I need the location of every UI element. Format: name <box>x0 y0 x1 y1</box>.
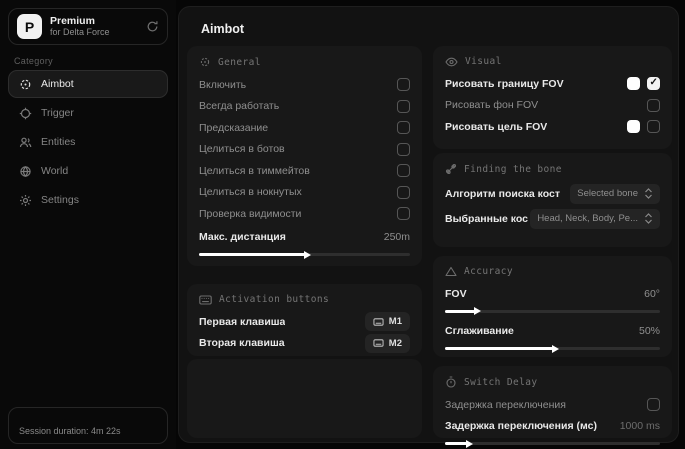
checkbox-always-work[interactable] <box>397 99 410 113</box>
checkbox-visibility-check[interactable] <box>397 207 410 221</box>
brand-card: P Premium for Delta Force <box>8 8 168 45</box>
option-label: Целиться в ботов <box>199 143 285 156</box>
dropdown-label: Алгоритм поиска кост <box>445 187 561 200</box>
target-icon <box>199 56 211 68</box>
slider-value: 60° <box>644 287 660 300</box>
sidebar-item-trigger[interactable]: Trigger <box>8 99 168 127</box>
option-label: Рисовать фон FOV <box>445 99 539 112</box>
eye-icon <box>445 57 458 67</box>
slider-value: 250m <box>383 231 410 244</box>
sidebar-item-label: Trigger <box>41 107 74 119</box>
option-label: Проверка видимости <box>199 207 302 220</box>
max-distance-slider[interactable] <box>199 253 410 256</box>
panel-general: General Включить Всегда работать Предска… <box>187 46 422 266</box>
option-label: Целиться в тиммейтов <box>199 164 310 177</box>
panel-title: Visual <box>465 56 502 67</box>
keybind-label: Вторая клавиша <box>199 337 285 350</box>
globe-icon <box>19 165 32 178</box>
checkbox-switch-delay[interactable] <box>647 398 660 412</box>
panel-switch-delay: Switch Delay Задержка переключения Задер… <box>433 366 672 445</box>
smoothing-slider[interactable] <box>445 347 660 350</box>
timer-icon <box>445 376 457 388</box>
checkbox-target-teammates[interactable] <box>397 164 410 178</box>
panel-empty <box>187 359 422 438</box>
panel-title: Activation buttons <box>219 294 330 305</box>
keybind-value: M2 <box>388 337 402 349</box>
dropdown-value: Head, Neck, Body, Pe... <box>537 213 638 224</box>
keybind-label: Первая клавиша <box>199 315 286 328</box>
slider-label: Задержка переключения (мс) <box>445 420 597 433</box>
keybind-value: M1 <box>388 316 402 328</box>
keybind-button-m2[interactable]: M2 <box>364 333 410 353</box>
checkbox-enable[interactable] <box>397 78 410 92</box>
color-swatch[interactable] <box>627 120 640 134</box>
sidebar-item-label: Entities <box>41 136 76 148</box>
option-label: Предсказание <box>199 121 269 134</box>
brand-logo: P <box>17 14 42 39</box>
panel-activation-buttons: Activation buttons Первая клавиша M1 Вто… <box>187 284 422 356</box>
slider-value: 50% <box>638 325 660 338</box>
option-label: Задержка переключения <box>445 398 566 411</box>
slider-label: Сглаживание <box>445 325 514 338</box>
dropdown-label: Выбранные кос <box>445 212 528 225</box>
checkbox-target-knocked[interactable] <box>397 185 410 199</box>
option-label: Всегда работать <box>199 100 280 113</box>
dropdown-value: Selected bone <box>577 188 638 199</box>
slider-label: Макс. дистанция <box>199 231 286 244</box>
checkbox-target-bots[interactable] <box>397 142 410 156</box>
session-duration: Session duration: 4m 22s <box>8 407 168 444</box>
option-label: Рисовать границу FOV <box>445 77 564 90</box>
gear-icon <box>19 194 32 207</box>
selected-bones-select[interactable]: Head, Neck, Body, Pe... <box>530 208 660 229</box>
panel-title: Switch Delay <box>464 376 538 388</box>
users-icon <box>19 136 32 149</box>
main-content: Aimbot General Включить Всегда работать … <box>178 6 679 445</box>
checkbox-prediction[interactable] <box>397 121 410 135</box>
panel-title: General <box>218 56 261 68</box>
slider-value: 1000 ms <box>619 420 660 433</box>
option-label: Рисовать цель FOV <box>445 120 548 133</box>
page-title: Aimbot <box>201 22 245 36</box>
sidebar: P Premium for Delta Force Category Aimbo… <box>0 0 176 449</box>
sidebar-item-label: Aimbot <box>41 78 74 90</box>
checkbox-draw-fov-border[interactable] <box>647 77 660 91</box>
keyboard-icon <box>373 339 384 347</box>
sidebar-item-aimbot[interactable]: Aimbot <box>8 70 168 98</box>
keybind-button-m1[interactable]: M1 <box>364 312 410 332</box>
chevrons-updown-icon <box>644 213 653 224</box>
sidebar-item-entities[interactable]: Entities <box>8 128 168 156</box>
brand-subtitle: for Delta Force <box>50 27 110 38</box>
sidebar-item-label: Settings <box>41 194 79 206</box>
keyboard-icon <box>199 294 212 305</box>
slider-label: FOV <box>445 287 467 300</box>
bone-algorithm-select[interactable]: Selected bone <box>570 183 660 204</box>
panel-visual: Visual Рисовать границу FOV Рисовать фон… <box>433 46 672 149</box>
switch-delay-slider[interactable] <box>445 442 660 445</box>
sidebar-item-world[interactable]: World <box>8 157 168 185</box>
color-swatch[interactable] <box>627 77 640 91</box>
keyboard-icon <box>373 318 384 326</box>
brand-title: Premium <box>50 15 95 28</box>
sidebar-item-settings[interactable]: Settings <box>8 186 168 214</box>
panel-title: Accuracy <box>464 266 513 277</box>
triangle-icon <box>445 266 457 277</box>
category-label: Category <box>14 56 53 66</box>
panel-accuracy: Accuracy FOV 60° Сглаживание 50% <box>433 256 672 357</box>
scan-icon <box>19 78 32 91</box>
option-label: Целиться в нокнутых <box>199 186 302 199</box>
panel-title: Finding the bone <box>464 163 562 175</box>
option-label: Включить <box>199 78 247 91</box>
session-duration-text: Session duration: 4m 22s <box>19 426 121 436</box>
checkbox-draw-fov-target[interactable] <box>647 120 660 134</box>
fov-slider[interactable] <box>445 309 660 313</box>
checkbox-draw-fov-background[interactable] <box>647 98 660 112</box>
crosshair-icon <box>19 107 32 120</box>
sidebar-item-label: World <box>41 165 69 177</box>
bone-icon <box>445 163 457 175</box>
chevrons-updown-icon <box>644 188 653 199</box>
sidebar-nav: Aimbot Trigger Entities World Settings <box>8 70 168 215</box>
refresh-icon[interactable] <box>146 20 159 33</box>
panel-finding-bone: Finding the bone Алгоритм поиска кост Se… <box>433 153 672 247</box>
